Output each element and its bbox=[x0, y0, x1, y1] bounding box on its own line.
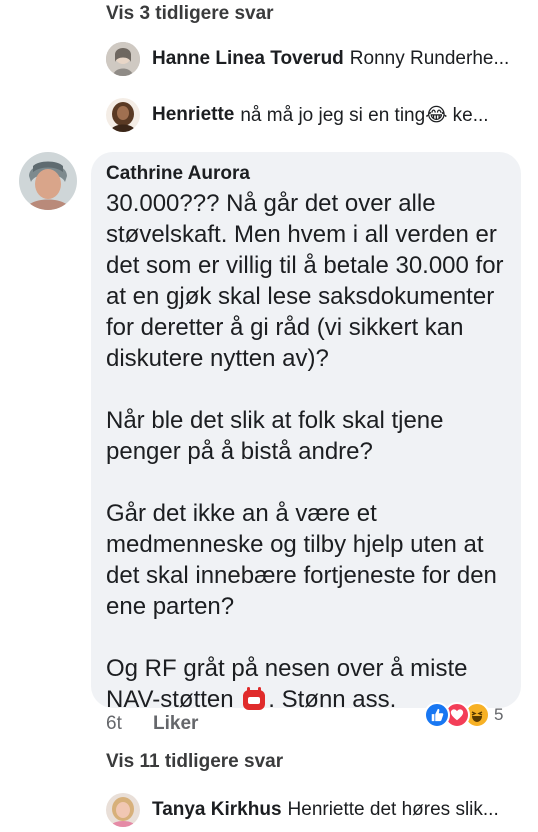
like-reaction-icon bbox=[424, 702, 450, 728]
comment-author[interactable]: Cathrine Aurora bbox=[106, 163, 250, 185]
reply-snippet[interactable]: Henriette det høres slik... bbox=[288, 799, 499, 821]
reply-item: Hanne Linea Toverud Ronny Runderhe... bbox=[106, 42, 526, 76]
avatar[interactable] bbox=[19, 152, 77, 210]
reply-author[interactable]: Henriette bbox=[152, 104, 234, 126]
angry-emoji-icon bbox=[242, 687, 266, 719]
reply-author[interactable]: Hanne Linea Toverud bbox=[152, 48, 344, 70]
comment-text: . Stønn ass. bbox=[268, 686, 397, 713]
like-button[interactable]: Liker bbox=[153, 713, 198, 735]
reply-author[interactable]: Tanya Kirkhus bbox=[152, 799, 282, 821]
avatar[interactable] bbox=[106, 42, 140, 76]
comment-body: 30.000??? Nå går det over alle støvelska… bbox=[106, 188, 516, 719]
comment-paragraph: Når ble det slik at folk skal tjene peng… bbox=[106, 407, 444, 465]
show-previous-replies-link[interactable]: Vis 3 tidligere svar bbox=[106, 3, 274, 25]
comment-paragraph: Går det ikke an å være et medmenneske og… bbox=[106, 500, 497, 620]
reply-snippet[interactable]: Ronny Runderhe... bbox=[350, 48, 510, 70]
show-previous-replies-link[interactable]: Vis 11 tidligere svar bbox=[106, 751, 283, 773]
reply-item: Tanya Kirkhus Henriette det høres slik..… bbox=[106, 793, 526, 827]
reply-snippet[interactable]: nå må jo jeg si en ting😂 ke... bbox=[240, 104, 488, 127]
avatar[interactable] bbox=[106, 793, 140, 827]
avatar[interactable] bbox=[106, 98, 140, 132]
reaction-count[interactable]: 5 bbox=[494, 705, 503, 725]
comment-timestamp[interactable]: 6t bbox=[106, 713, 122, 735]
reply-item: Henriette nå må jo jeg si en ting😂 ke... bbox=[106, 98, 526, 132]
comment-paragraph: 30.000??? Nå går det over alle støvelska… bbox=[106, 190, 504, 372]
reactions-summary[interactable]: 5 bbox=[424, 702, 503, 728]
